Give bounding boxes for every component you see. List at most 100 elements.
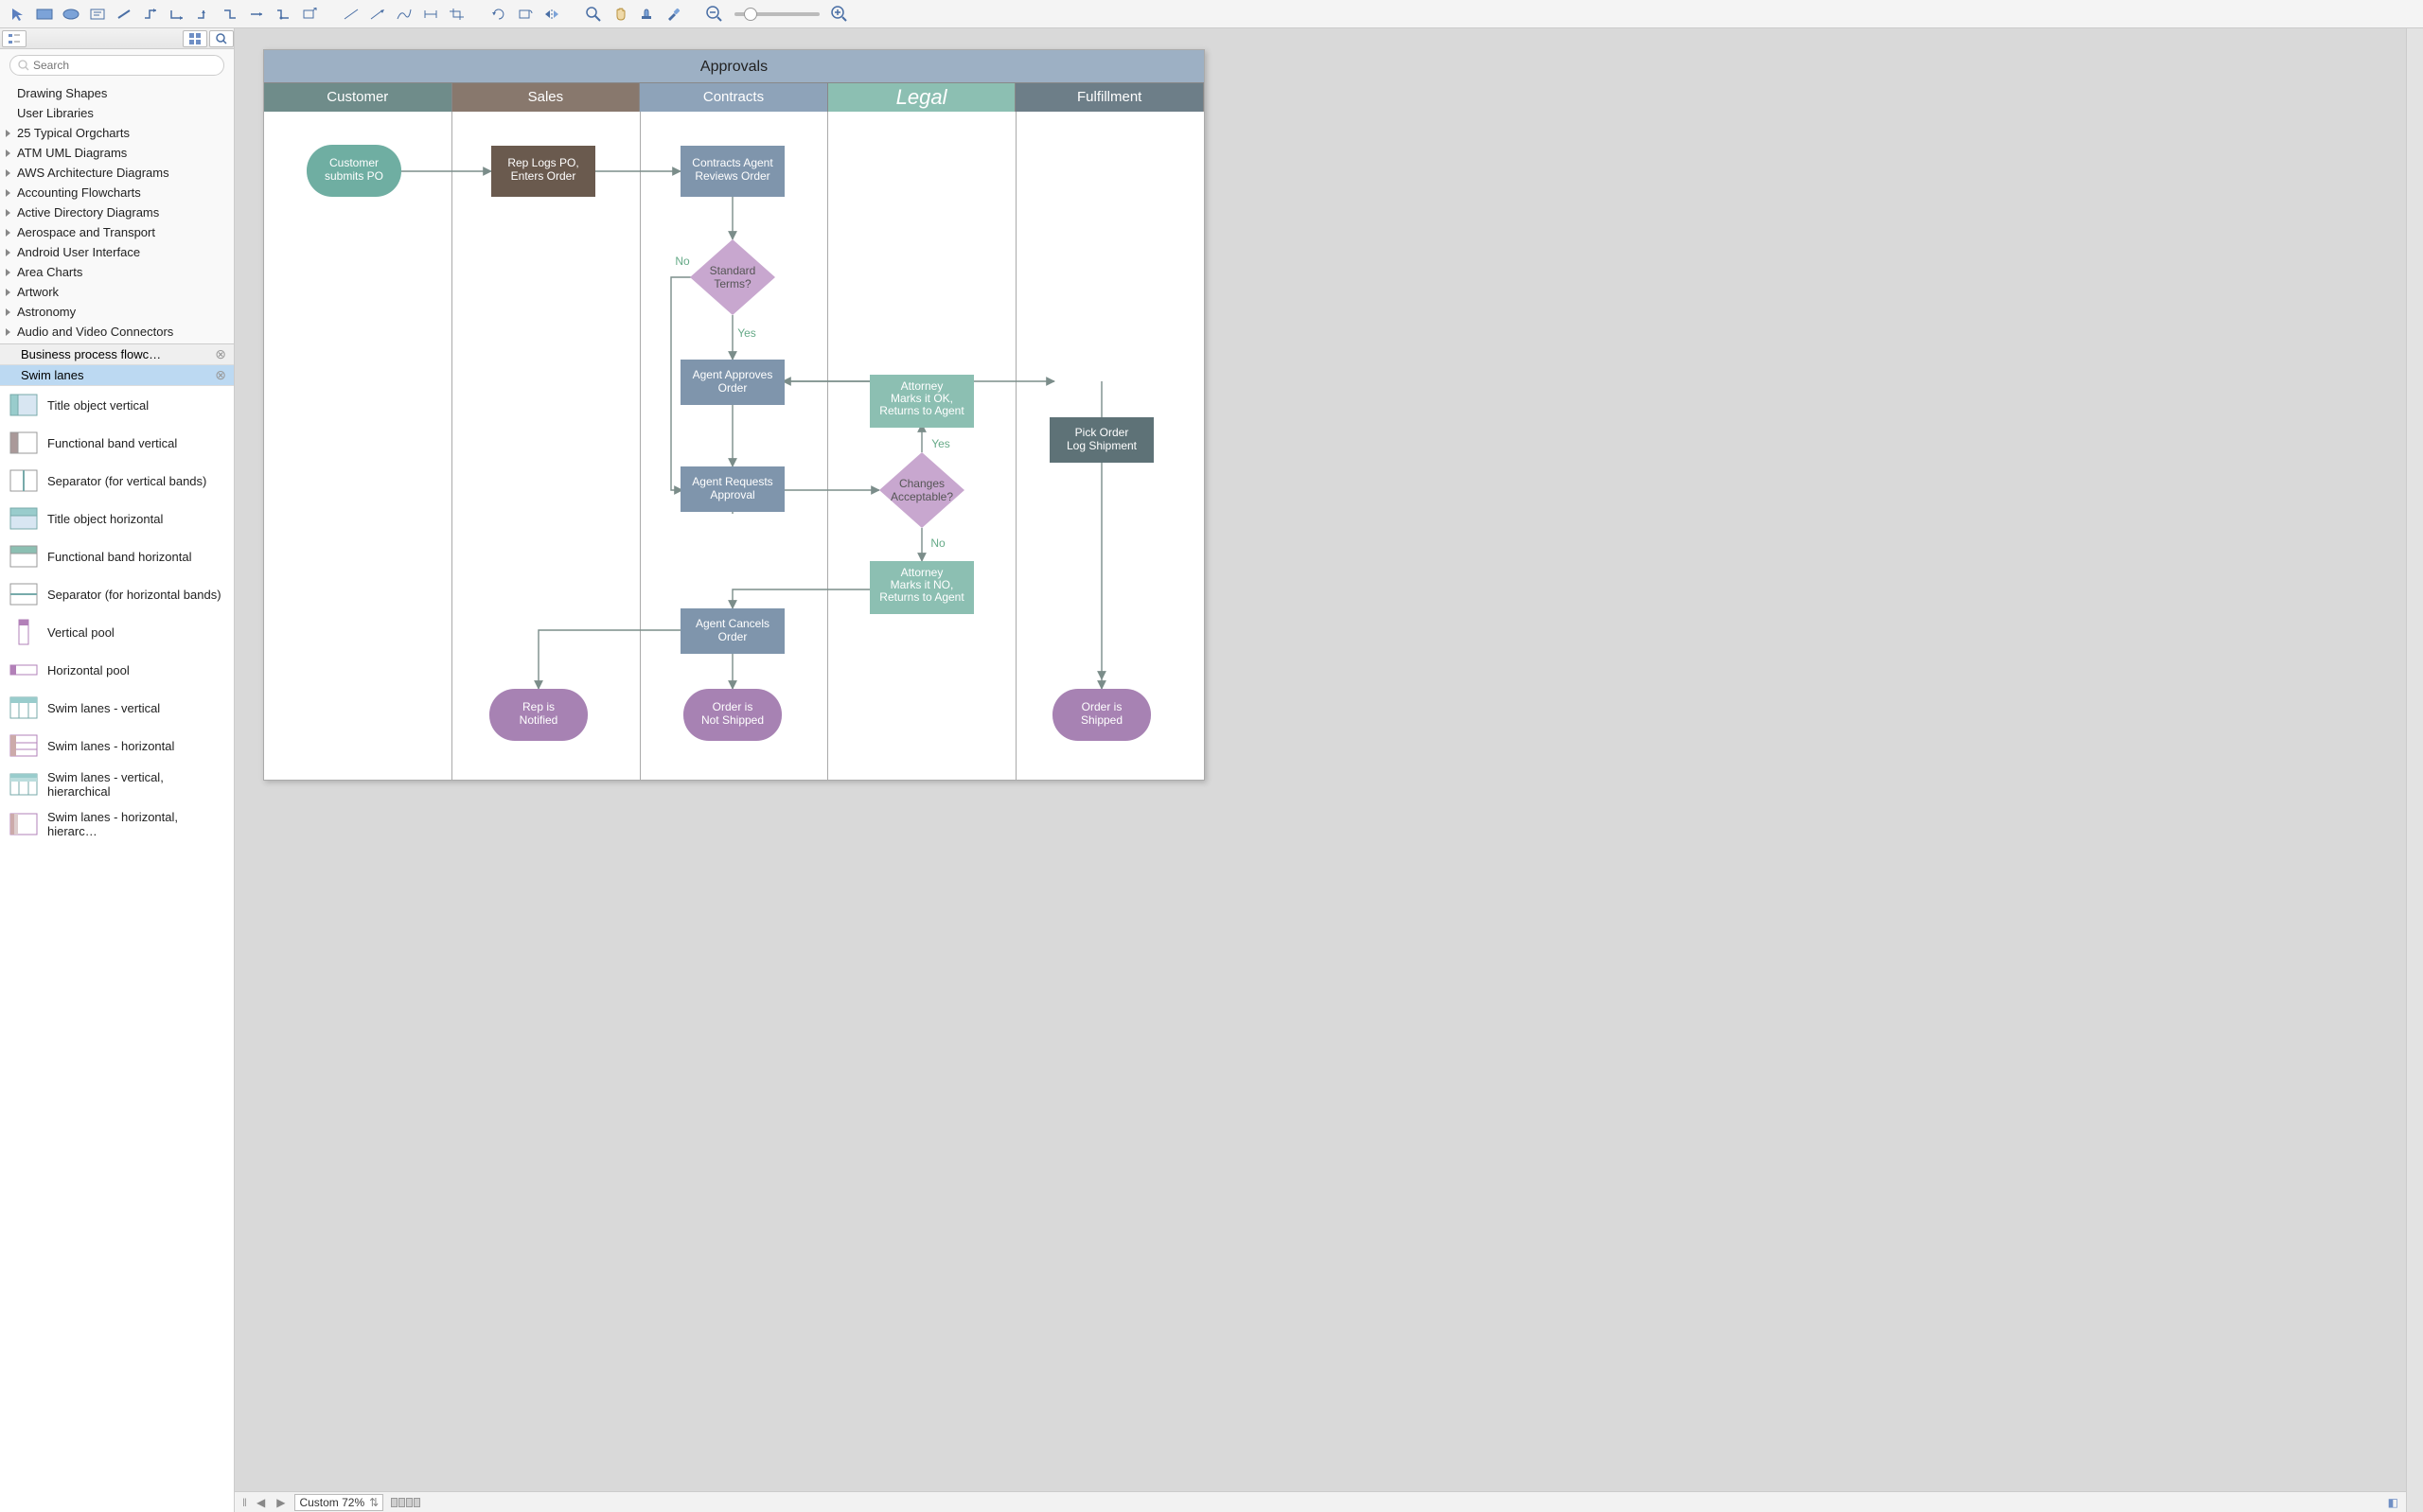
lane-header-fulfillment[interactable]: Fulfillment: [1016, 83, 1204, 112]
shape-palette-item[interactable]: Functional band vertical: [0, 424, 234, 462]
library-item[interactable]: Astronomy: [0, 302, 234, 322]
edge-label-no: No: [930, 536, 946, 550]
grid-view-tab[interactable]: [183, 30, 207, 47]
shape-item-label: Swim lanes - vertical, hierarchical: [47, 770, 224, 799]
library-item[interactable]: Area Charts: [0, 262, 234, 282]
shape-item-label: Separator (for horizontal bands): [47, 588, 221, 602]
dimension-tool[interactable]: [418, 4, 443, 25]
canvas-viewport[interactable]: Approvals Customer Sales Contracts Legal…: [235, 28, 2406, 1491]
text-tool[interactable]: [85, 4, 110, 25]
close-icon[interactable]: ⊗: [215, 367, 226, 383]
shape-palette-item[interactable]: Swim lanes - horizontal, hierarc…: [0, 804, 234, 844]
connector-style-tool[interactable]: [271, 4, 295, 25]
detach-tool[interactable]: [297, 4, 322, 25]
shape-palette-item[interactable]: Swim lanes - horizontal: [0, 727, 234, 765]
stamp-tool[interactable]: [634, 4, 659, 25]
page-next-button[interactable]: ▶: [274, 1496, 287, 1509]
shape-item-label: Vertical pool: [47, 625, 115, 640]
shape-item-label: Swim lanes - horizontal, hierarc…: [47, 810, 224, 838]
zoom-slider-handle[interactable]: [744, 8, 757, 21]
ellipse-tool[interactable]: [59, 4, 83, 25]
zoom-out-button[interactable]: [702, 4, 727, 25]
shape-palette-item[interactable]: Separator (for horizontal bands): [0, 575, 234, 613]
library-item[interactable]: Aerospace and Transport: [0, 222, 234, 242]
shape-palette-item[interactable]: Title object horizontal: [0, 500, 234, 537]
crop-tool[interactable]: [445, 4, 469, 25]
shape-palette-item[interactable]: Separator (for vertical bands): [0, 462, 234, 500]
swimlane-title[interactable]: Approvals: [264, 50, 1204, 83]
shape-item-label: Title object horizontal: [47, 512, 163, 526]
shape-item-label: Title object vertical: [47, 398, 149, 413]
status-bar: ‖ ◀ ▶ Custom 72% ⇅ ◧: [235, 1491, 2406, 1512]
lane-header-sales[interactable]: Sales: [452, 83, 641, 112]
shape-tab[interactable]: Swim lanes ⊗: [0, 365, 234, 386]
stepper-icon[interactable]: ⇅: [369, 1496, 379, 1509]
rotate-tool-1[interactable]: [486, 4, 511, 25]
drawing-page[interactable]: Approvals Customer Sales Contracts Legal…: [263, 49, 1205, 781]
library-item[interactable]: ATM UML Diagrams: [0, 143, 234, 163]
zoom-dropdown[interactable]: Custom 72% ⇅: [294, 1494, 383, 1511]
lane-header-contracts[interactable]: Contracts: [640, 83, 828, 112]
shape-palette-item[interactable]: Title object vertical: [0, 386, 234, 424]
library-item[interactable]: AWS Architecture Diagrams: [0, 163, 234, 183]
shape-palette-item[interactable]: Swim lanes - vertical, hierarchical: [0, 765, 234, 804]
line-draw-tool[interactable]: [339, 4, 363, 25]
shape-item-label: Swim lanes - horizontal: [47, 739, 174, 753]
zoom-slider[interactable]: [734, 12, 820, 16]
shape-item-label: Horizontal pool: [47, 663, 130, 677]
info-icon[interactable]: ◧: [2388, 1496, 2398, 1509]
connector-tool-2[interactable]: [165, 4, 189, 25]
zoom-in-button[interactable]: [827, 4, 852, 25]
svg-text:Order isShipped: Order isShipped: [1081, 700, 1123, 727]
lane-header-customer[interactable]: Customer: [264, 83, 452, 112]
page-thumbs[interactable]: [391, 1498, 420, 1507]
edge-label-no: No: [675, 255, 690, 268]
canvas-area: Approvals Customer Sales Contracts Legal…: [235, 28, 2406, 1512]
library-item[interactable]: Audio and Video Connectors: [0, 322, 234, 342]
flip-tool[interactable]: [539, 4, 564, 25]
search-icon: [18, 60, 29, 71]
close-icon[interactable]: ⊗: [215, 346, 226, 362]
connector-tool-4[interactable]: [218, 4, 242, 25]
edge-label-yes: Yes: [931, 437, 950, 450]
shape-tab-label: Business process flowc…: [21, 347, 161, 361]
library-item[interactable]: Drawing Shapes: [0, 83, 234, 103]
svg-text:Customersubmits PO: Customersubmits PO: [325, 156, 383, 183]
library-item[interactable]: 25 Typical Orgcharts: [0, 123, 234, 143]
shape-palette-item[interactable]: Horizontal pool: [0, 651, 234, 689]
curve-draw-tool[interactable]: [392, 4, 416, 25]
shape-palette-item[interactable]: Swim lanes - vertical: [0, 689, 234, 727]
rect-tool[interactable]: [32, 4, 57, 25]
eyedropper-tool[interactable]: [661, 4, 685, 25]
library-item[interactable]: Accounting Flowcharts: [0, 183, 234, 202]
library-item[interactable]: Android User Interface: [0, 242, 234, 262]
shape-search[interactable]: [9, 55, 224, 76]
shape-palette-item[interactable]: Functional band horizontal: [0, 537, 234, 575]
shape-tab[interactable]: Business process flowc… ⊗: [0, 344, 234, 365]
shape-tab-label: Swim lanes: [21, 368, 83, 382]
line-tool[interactable]: [112, 4, 136, 25]
library-outline-tab[interactable]: [2, 30, 27, 47]
connector-tool-1[interactable]: [138, 4, 163, 25]
swimlane-headers: Customer Sales Contracts Legal Fulfillme…: [264, 83, 1204, 112]
zoom-tool[interactable]: [581, 4, 606, 25]
arrow-draw-tool[interactable]: [365, 4, 390, 25]
scroll-grip-icon[interactable]: ‖: [242, 1496, 247, 1509]
search-input[interactable]: [33, 59, 216, 72]
library-item[interactable]: Artwork: [0, 282, 234, 302]
search-view-tab[interactable]: [209, 30, 234, 47]
svg-text:ChangesAcceptable?: ChangesAcceptable?: [891, 477, 953, 503]
page-prev-button[interactable]: ◀: [255, 1496, 267, 1509]
svg-text:Contracts AgentReviews Order: Contracts AgentReviews Order: [692, 156, 773, 183]
connector-tool-5[interactable]: [244, 4, 269, 25]
lane-header-legal[interactable]: Legal: [828, 83, 1017, 112]
connector-tool-3[interactable]: [191, 4, 216, 25]
library-item[interactable]: User Libraries: [0, 103, 234, 123]
library-item[interactable]: Active Directory Diagrams: [0, 202, 234, 222]
svg-text:Rep isNotified: Rep isNotified: [520, 700, 558, 727]
library-category-list: Drawing Shapes User Libraries 25 Typical…: [0, 81, 234, 343]
hand-tool[interactable]: [608, 4, 632, 25]
shape-palette-item[interactable]: Vertical pool: [0, 613, 234, 651]
rotate-tool-2[interactable]: [513, 4, 538, 25]
pointer-tool[interactable]: [6, 4, 30, 25]
